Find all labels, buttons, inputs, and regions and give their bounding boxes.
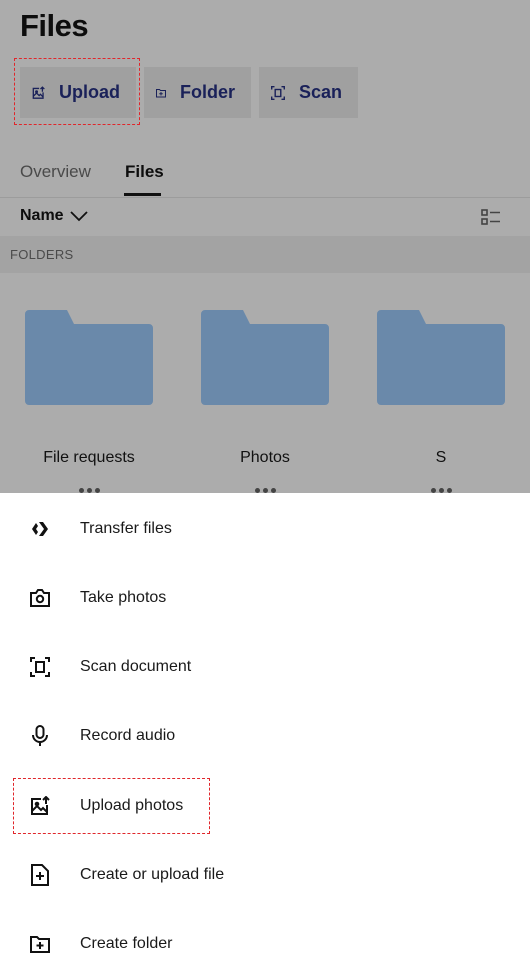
- new-folder-button[interactable]: Folder: [144, 67, 251, 118]
- scan-icon: [28, 655, 52, 679]
- menu-item-transfer-files[interactable]: Transfer files: [0, 494, 530, 563]
- menu-item-label: Record audio: [80, 726, 176, 744]
- action-bar: Upload Folder Scan: [20, 67, 358, 118]
- folder-more-button[interactable]: [14, 480, 164, 493]
- active-tab-indicator: [124, 193, 161, 196]
- list-view-icon: [481, 209, 500, 225]
- folder-tile[interactable]: File requests: [14, 300, 164, 493]
- add-menu-sheet: Transfer files Take photos Scan document…: [0, 493, 530, 961]
- folder-icon: [25, 310, 153, 405]
- menu-item-label: Create or upload file: [80, 865, 225, 883]
- transfer-icon: [28, 517, 52, 541]
- menu-item-take-photos[interactable]: Take photos: [0, 563, 530, 632]
- upload-photo-icon: [28, 794, 52, 818]
- upload-button[interactable]: Upload: [20, 67, 136, 118]
- menu-item-scan-document[interactable]: Scan document: [0, 632, 530, 701]
- folder-label: Folder: [179, 82, 235, 102]
- folder-more-button[interactable]: [366, 480, 516, 493]
- menu-item-create-folder[interactable]: Create folder: [0, 909, 530, 978]
- folder-tile[interactable]: S: [366, 300, 516, 493]
- sort-bar: Name: [0, 198, 530, 236]
- menu-item-label: Scan document: [80, 657, 192, 675]
- file-add-icon: [28, 863, 52, 887]
- upload-photo-icon: [32, 85, 45, 99]
- scan-label: Scan: [298, 82, 342, 102]
- scan-button[interactable]: Scan: [259, 67, 358, 118]
- folder-add-icon: [156, 88, 166, 97]
- camera-icon: [28, 586, 52, 610]
- folder-name: Photos: [240, 449, 290, 466]
- upload-label: Upload: [59, 82, 120, 102]
- tab-bar: Overview Files: [0, 150, 530, 198]
- folder-tile[interactable]: Photos: [190, 300, 340, 493]
- folder-icon: [377, 310, 505, 405]
- tab-files[interactable]: Files: [125, 162, 164, 182]
- view-toggle-button[interactable]: [481, 208, 501, 231]
- menu-item-upload-photos[interactable]: Upload photos: [0, 771, 530, 840]
- microphone-icon: [28, 724, 52, 748]
- menu-item-label: Take photos: [80, 588, 167, 606]
- menu-item-label: Upload photos: [80, 796, 184, 814]
- menu-item-label: Transfer files: [80, 519, 172, 537]
- menu-item-label: Create folder: [80, 934, 173, 952]
- scan-icon: [271, 85, 285, 100]
- page-title: Files: [20, 8, 89, 43]
- dimmed-background: Files Upload Folder Scan Overview Files …: [0, 0, 530, 493]
- folder-icon: [201, 310, 329, 405]
- folders-section-header: FOLDERS: [0, 236, 530, 273]
- section-label: FOLDERS: [10, 247, 74, 262]
- tab-overview[interactable]: Overview: [20, 162, 91, 182]
- sort-label: Name: [20, 207, 64, 224]
- folder-more-button[interactable]: [190, 480, 340, 493]
- chevron-down-icon: [69, 210, 88, 221]
- menu-item-create-or-upload-file[interactable]: Create or upload file: [0, 840, 530, 909]
- folder-add-icon: [28, 932, 52, 956]
- menu-item-record-audio[interactable]: Record audio: [0, 701, 530, 770]
- folder-name: S: [435, 449, 447, 466]
- sort-by-name-button[interactable]: Name: [20, 207, 88, 225]
- folder-name: File requests: [43, 449, 135, 466]
